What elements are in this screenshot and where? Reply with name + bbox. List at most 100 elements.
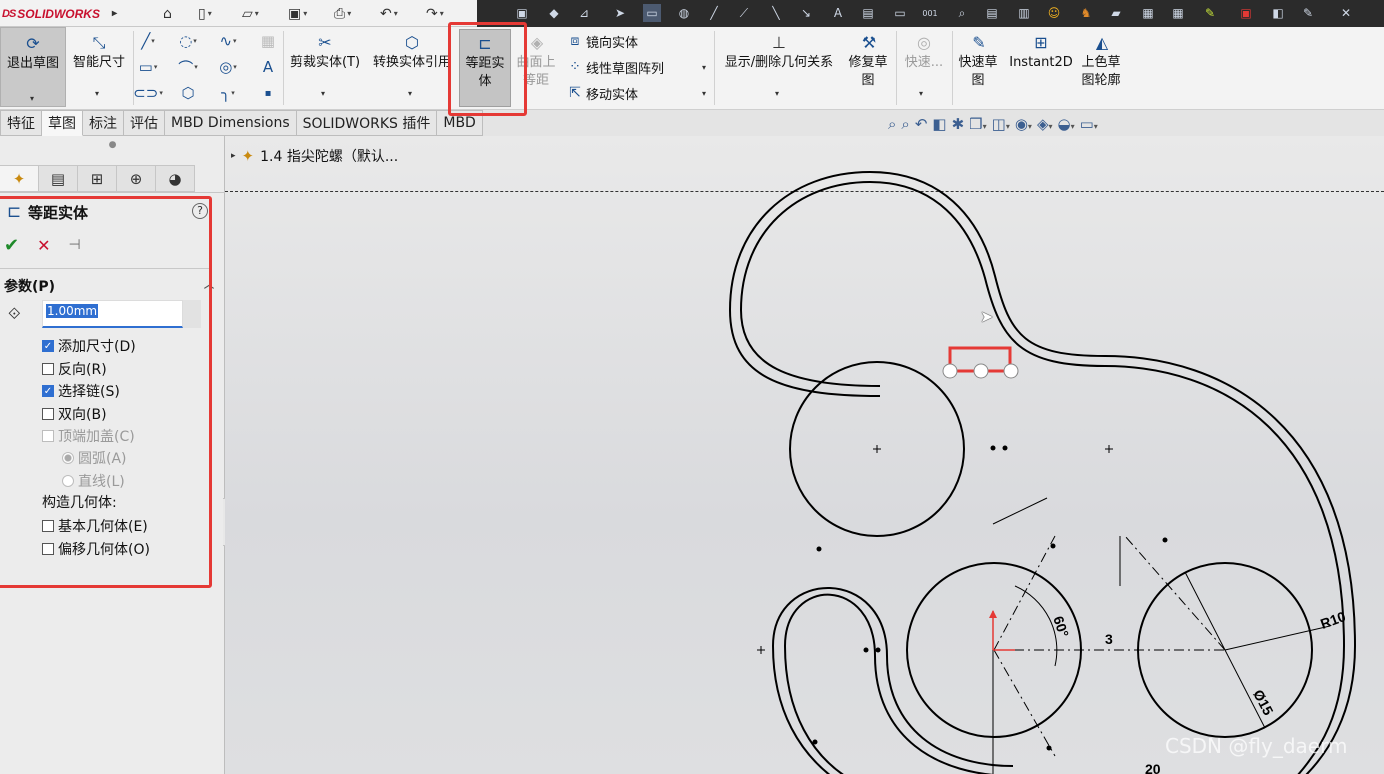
measure-icon[interactable]: ↘ [797,4,815,22]
parameters-group-header[interactable]: 参数(P) ︿ [4,276,216,296]
chevron-down-icon[interactable]: ▾ [321,89,325,98]
point[interactable] [875,647,881,653]
checkbox[interactable] [42,520,54,532]
repair-sketch-button[interactable]: ⚒ 修复草图 [846,33,892,90]
print-icon[interactable]: ⎙ ▾ [334,3,351,24]
stamp-icon[interactable]: ♞ [1077,4,1095,22]
circle-tool-icon[interactable]: ◌ ▾ [177,30,199,52]
dynamic-annotation-icon[interactable]: ✱ [952,115,965,133]
view-orientation-icon[interactable]: ❒▾ [969,115,986,133]
add-dimensions-checkbox[interactable]: ✓ 添加尺寸(D) [42,336,136,356]
highlight-icon[interactable]: ✎ [1201,4,1219,22]
tab-mbd[interactable]: MBD [437,110,483,136]
offset-outer-profile[interactable] [728,170,1357,774]
eraser-icon[interactable]: ▰ [1107,4,1125,22]
comment-icon[interactable]: ▭ [891,4,909,22]
offset-entities-button[interactable]: ⊏ 等距实体 [459,29,511,107]
handle-left[interactable] [942,363,958,379]
diameter-dimension[interactable]: Ø15 [1250,687,1277,718]
point[interactable] [816,546,822,552]
distance-spinner[interactable] [183,300,201,328]
tab-mbd-dimensions[interactable]: MBD Dimensions [165,110,297,136]
tab-markup[interactable]: 标注 [83,110,124,136]
point-tool-icon[interactable]: ▪ [257,82,279,104]
cancel-x-icon[interactable]: ✕ [37,236,50,255]
help-icon[interactable]: ? [192,203,208,219]
rapid-sketch-button[interactable]: ✎ 快速草图 [955,33,1003,90]
display-relations-button[interactable]: ⊥ 显示/删除几何关系 [718,33,840,72]
checkbox[interactable] [42,543,54,555]
line-icon[interactable]: ╱ [705,4,723,22]
slot-tool-icon[interactable]: ⊂⊃ ▾ [133,82,163,104]
solidworks-logo[interactable]: DS SOLIDWORKS ▸ [0,0,138,27]
text-box-icon[interactable]: ▤ [859,4,877,22]
diagonal-icon[interactable]: ╲ [767,4,785,22]
undo-icon[interactable]: ↶ ▾ [380,3,398,24]
handle-mid[interactable] [973,363,989,379]
chevron-down-icon[interactable]: ▾ [702,63,706,72]
wing-icon[interactable]: ⊿ [575,4,593,22]
offset-preview-handle[interactable] [942,346,1019,379]
base-geometry-checkbox[interactable]: 基本几何体(E) [42,516,148,536]
edit-icon[interactable]: ✎ [1299,4,1317,22]
hatch-icon[interactable]: ▦ [1139,4,1157,22]
previous-view-icon[interactable]: ↶ [915,115,928,133]
bidirectional-checkbox[interactable]: 双向(B) [42,404,107,424]
rectangle-tool-icon[interactable]: ▭ ▾ [137,56,159,78]
reverse-checkbox[interactable]: 反向(R) [42,359,107,379]
instant2d-button[interactable]: ⊞ Instant2D [1007,33,1075,72]
sketch-profile[interactable] [739,180,1346,774]
arc-tool-icon[interactable]: ⌒ ▾ [177,56,199,78]
save-icon[interactable]: ▣ ▾ [288,3,307,24]
rectangle-select-icon[interactable]: ▭ [643,4,661,22]
graphics-area[interactable]: ▸ ✦ 1.4 指尖陀螺（默认... 60° 3 R10 Ø15 20 ➤ CS… [225,136,1384,774]
contrast-icon[interactable]: ◧ [1269,4,1287,22]
ellipse-tool-icon[interactable]: ◎ ▾ [217,56,239,78]
tools-icon[interactable]: ✕ [1337,4,1355,22]
zoom-to-fit-icon[interactable]: ⌕ [888,115,896,133]
offset-distance-input[interactable]: 1.00mm [42,300,183,328]
zoom-icon[interactable]: ⌕ [953,4,971,22]
checkbox-checked[interactable]: ✓ [42,340,54,352]
tab-evaluate[interactable]: 评估 [124,110,165,136]
tab-solidworks-addins[interactable]: SOLIDWORKS 插件 [296,110,438,136]
point[interactable] [812,739,818,745]
text-a-icon[interactable]: A [829,4,847,22]
smart-dimension-button[interactable]: ⤡ 智能尺寸 [68,33,130,72]
offset-dimension[interactable]: 3 [1105,631,1113,647]
point[interactable] [1162,537,1168,543]
chevron-down-icon[interactable]: ▾ [95,89,99,98]
point[interactable] [863,647,869,653]
point[interactable] [1046,745,1052,751]
zoom-area-icon[interactable]: ⌕ [901,115,909,133]
sphere-icon[interactable]: ◍ [675,4,693,22]
point[interactable] [990,445,996,451]
box-icon[interactable]: ▣ [513,4,531,22]
chevron-down-icon[interactable]: ▾ [408,89,412,98]
section-view-icon[interactable]: ◧ [932,115,946,133]
chevron-down-icon[interactable]: ▾ [775,89,779,98]
home-icon[interactable]: ⌂ [163,3,172,24]
convert-entities-button[interactable]: ⬡ 转换实体引用 [368,33,456,72]
display-manager-tab[interactable]: ◕ [156,165,195,192]
counter-icon[interactable]: 001 [921,4,939,22]
pushpin-icon[interactable]: ⊣ [69,237,81,253]
ok-check-icon[interactable]: ✔ [4,235,19,256]
polyline-icon[interactable]: ⟋ [735,4,753,22]
grid-tool-icon[interactable]: ▦ [257,30,279,52]
polygon-tool-icon[interactable]: ⬡ [177,82,199,104]
exit-sketch-button[interactable]: ⟳ 退出草图 ▾ [0,27,66,107]
select-chain-checkbox[interactable]: ✓ 选择链(S) [42,381,120,401]
offset-geometry-checkbox[interactable]: 偏移几何体(O) [42,539,150,559]
menu-arrow-icon[interactable]: ▸ [112,8,117,19]
tab-sketch[interactable]: 草图 [42,110,83,136]
trim-entities-button[interactable]: ✂ 剪裁实体(T) [286,33,364,72]
mirror-entities-button[interactable]: ⧈ 镜向实体 [564,30,638,52]
open-icon[interactable]: ▱ ▾ [242,3,259,24]
angle-dimension[interactable]: 60° [1050,614,1072,639]
document-icon[interactable]: ▤ [983,4,1001,22]
display-style-icon[interactable]: ◫▾ [992,115,1010,133]
scene-icon[interactable]: ◒▾ [1058,115,1075,133]
configuration-manager-tab[interactable]: ⊞ [78,165,117,192]
diamond-icon[interactable]: ◆ [545,4,563,22]
